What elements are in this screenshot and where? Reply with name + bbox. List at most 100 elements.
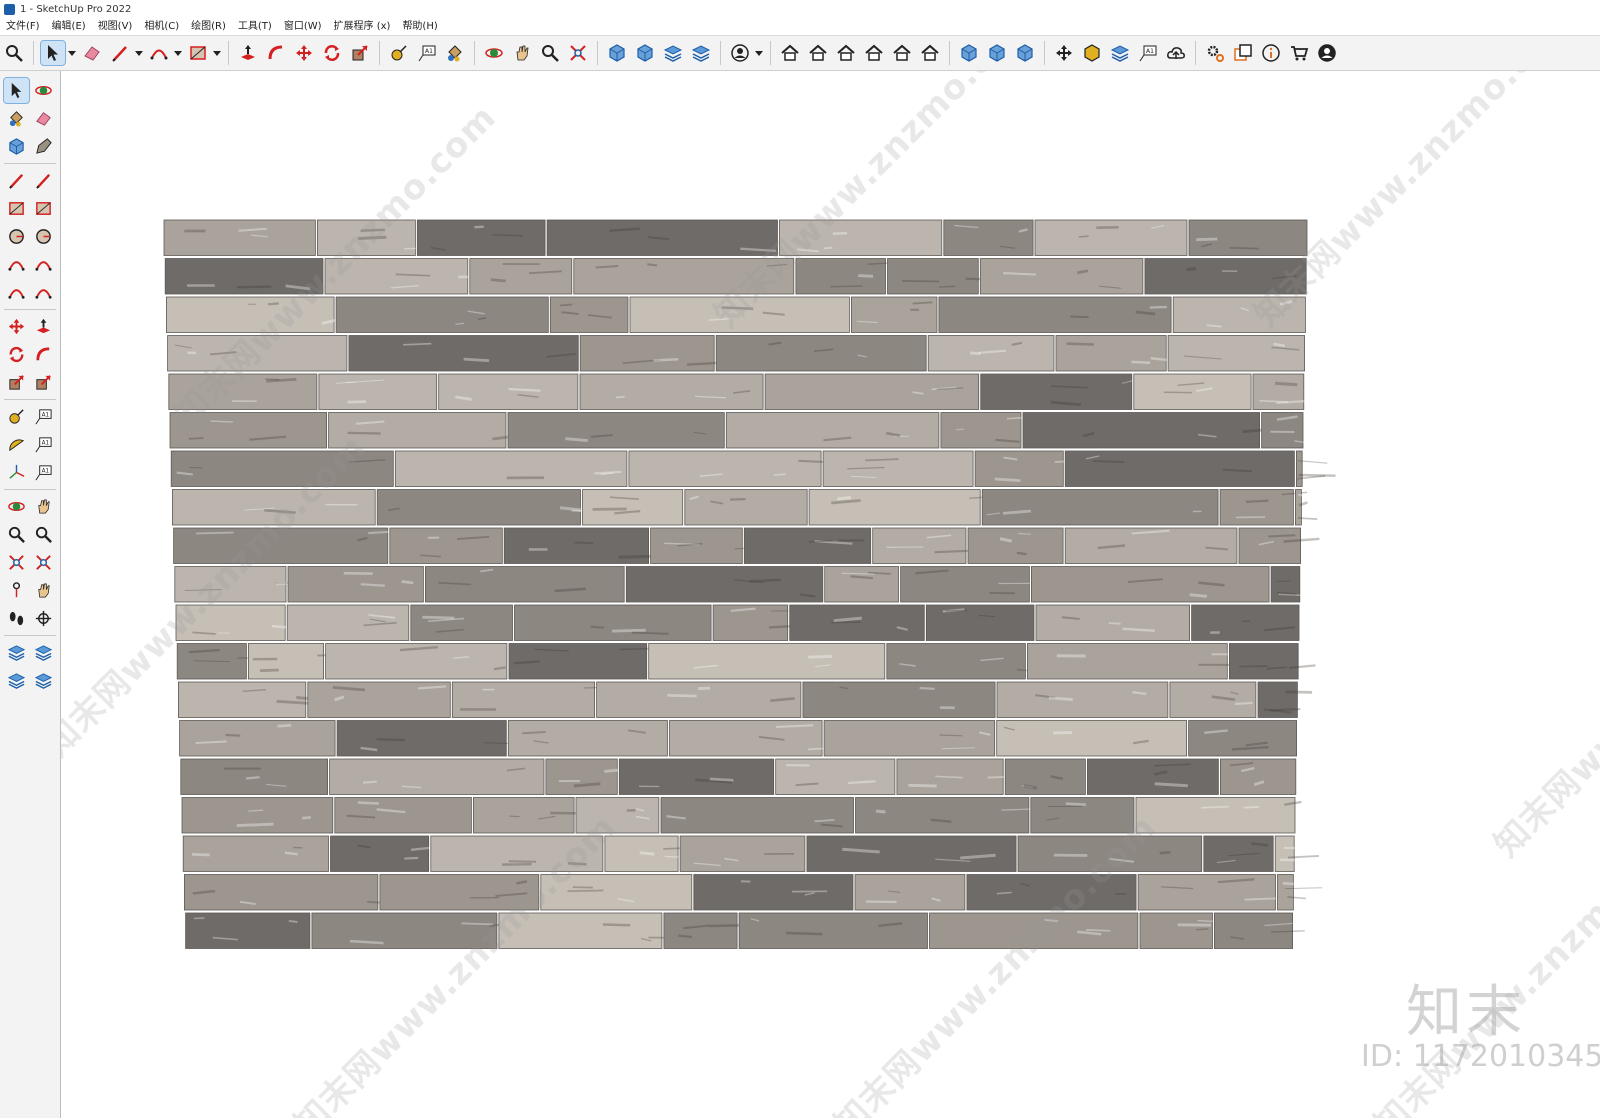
smoove-icon[interactable]	[4, 668, 29, 693]
three-point-arc-icon[interactable]	[4, 280, 29, 305]
walk-icon[interactable]	[4, 606, 29, 631]
settings-icon[interactable]	[1203, 41, 1227, 65]
rectangle-icon[interactable]	[186, 41, 210, 65]
menu-view[interactable]: 视图(V)	[92, 18, 139, 35]
zoom-window-icon[interactable]	[31, 522, 56, 547]
zoom-extents-icon[interactable]	[4, 550, 29, 575]
info-icon[interactable]	[1259, 41, 1283, 65]
add-location-icon[interactable]	[1052, 41, 1076, 65]
paint-bucket-icon[interactable]	[4, 106, 29, 131]
warehouse-icon[interactable]	[605, 41, 629, 65]
protractor-icon[interactable]	[4, 432, 29, 457]
search-icon[interactable]	[2, 41, 26, 65]
right-view-icon[interactable]	[862, 41, 886, 65]
left-view-icon[interactable]	[918, 41, 942, 65]
rotated-rectangle-icon[interactable]	[31, 196, 56, 221]
tape-measure-icon[interactable]	[387, 41, 411, 65]
zoom-icon[interactable]	[4, 522, 29, 547]
solid-tools-icon[interactable]	[957, 41, 981, 65]
extension-manager-icon[interactable]	[689, 41, 713, 65]
previous-view-icon[interactable]	[31, 550, 56, 575]
3d-text-icon[interactable]: A1	[31, 460, 56, 485]
chevron-down-icon[interactable]	[134, 41, 143, 65]
cart-icon[interactable]	[1287, 41, 1311, 65]
stamp-icon[interactable]	[31, 668, 56, 693]
orbit-icon[interactable]	[482, 41, 506, 65]
move-icon[interactable]	[4, 314, 29, 339]
two-point-arc-icon[interactable]	[31, 252, 56, 277]
orbit-icon[interactable]	[31, 78, 56, 103]
pan-icon[interactable]	[510, 41, 534, 65]
text-icon[interactable]: A1	[415, 41, 439, 65]
dimension-icon[interactable]: A1	[31, 404, 56, 429]
pan-icon[interactable]	[31, 494, 56, 519]
pie-icon[interactable]	[31, 280, 56, 305]
window-icon[interactable]	[1231, 41, 1255, 65]
rotate-icon[interactable]	[4, 342, 29, 367]
arc-icon[interactable]	[4, 252, 29, 277]
menu-tools[interactable]: 工具(T)	[232, 18, 278, 35]
menu-window[interactable]: 窗口(W)	[278, 18, 328, 35]
back-view-icon[interactable]	[890, 41, 914, 65]
select-icon[interactable]	[3, 77, 30, 104]
toolbar-separator	[4, 163, 56, 164]
top-view-icon[interactable]	[806, 41, 830, 65]
zoom-extents-icon[interactable]	[566, 41, 590, 65]
scale-icon[interactable]	[348, 41, 372, 65]
push-pull-icon[interactable]	[236, 41, 260, 65]
component-icon[interactable]	[4, 134, 29, 159]
layout-icon[interactable]	[661, 41, 685, 65]
account-icon[interactable]	[728, 41, 752, 65]
texture-icon[interactable]: A1	[1136, 41, 1160, 65]
offset-icon[interactable]	[31, 370, 56, 395]
rotate-icon[interactable]	[320, 41, 344, 65]
select-icon[interactable]	[40, 40, 66, 66]
freehand-icon[interactable]	[31, 168, 56, 193]
follow-me-icon[interactable]	[31, 342, 56, 367]
look-around-icon[interactable]	[31, 578, 56, 603]
menu-draw[interactable]: 绘图(R)	[185, 18, 232, 35]
viewport-canvas[interactable]: 知末网www.znzmo.com 知末网www.znzmo.com 知末网www…	[61, 71, 1600, 1118]
circle-icon[interactable]	[4, 224, 29, 249]
pencil-icon[interactable]	[4, 168, 29, 193]
section-plane-icon[interactable]	[31, 606, 56, 631]
chevron-down-icon[interactable]	[173, 41, 182, 65]
axes-icon[interactable]	[4, 460, 29, 485]
menu-camera[interactable]: 相机(C)	[138, 18, 185, 35]
menu-help[interactable]: 帮助(H)	[396, 18, 443, 35]
front-view-icon[interactable]	[834, 41, 858, 65]
chevron-down-icon[interactable]	[67, 41, 76, 65]
iso-view-icon[interactable]	[778, 41, 802, 65]
pencil-icon[interactable]	[108, 41, 132, 65]
position-camera-icon[interactable]	[4, 578, 29, 603]
chevron-down-icon[interactable]	[212, 41, 221, 65]
polygon-icon[interactable]	[31, 224, 56, 249]
rectangle-icon[interactable]	[4, 196, 29, 221]
sandbox-from-contours-icon[interactable]	[4, 640, 29, 665]
chevron-down-icon[interactable]	[754, 41, 763, 65]
profile-icon[interactable]	[1315, 41, 1339, 65]
intersect-icon[interactable]	[1013, 41, 1037, 65]
menu-extensions[interactable]: 扩展程序 (x)	[328, 18, 397, 35]
eraser-icon[interactable]	[31, 106, 56, 131]
text-icon[interactable]: A1	[31, 432, 56, 457]
sandbox-icon[interactable]	[1108, 41, 1132, 65]
push-pull-icon[interactable]	[31, 314, 56, 339]
follow-me-icon[interactable]	[264, 41, 288, 65]
extension-warehouse-icon[interactable]	[633, 41, 657, 65]
arc-icon[interactable]	[147, 41, 171, 65]
sandbox-scratch-icon[interactable]	[31, 640, 56, 665]
zoom-icon[interactable]	[538, 41, 562, 65]
paint-bucket-icon[interactable]	[443, 41, 467, 65]
orbit-icon[interactable]	[4, 494, 29, 519]
scale-icon[interactable]	[4, 370, 29, 395]
eraser-icon[interactable]	[80, 41, 104, 65]
outer-shell-icon[interactable]	[985, 41, 1009, 65]
move-icon[interactable]	[292, 41, 316, 65]
cloud-upload-icon[interactable]	[1164, 41, 1188, 65]
tag-icon[interactable]	[31, 134, 56, 159]
tape-measure-icon[interactable]	[4, 404, 29, 429]
shadows-icon[interactable]	[1080, 41, 1104, 65]
menu-edit[interactable]: 编辑(E)	[46, 18, 92, 35]
menu-file[interactable]: 文件(F)	[0, 18, 46, 35]
